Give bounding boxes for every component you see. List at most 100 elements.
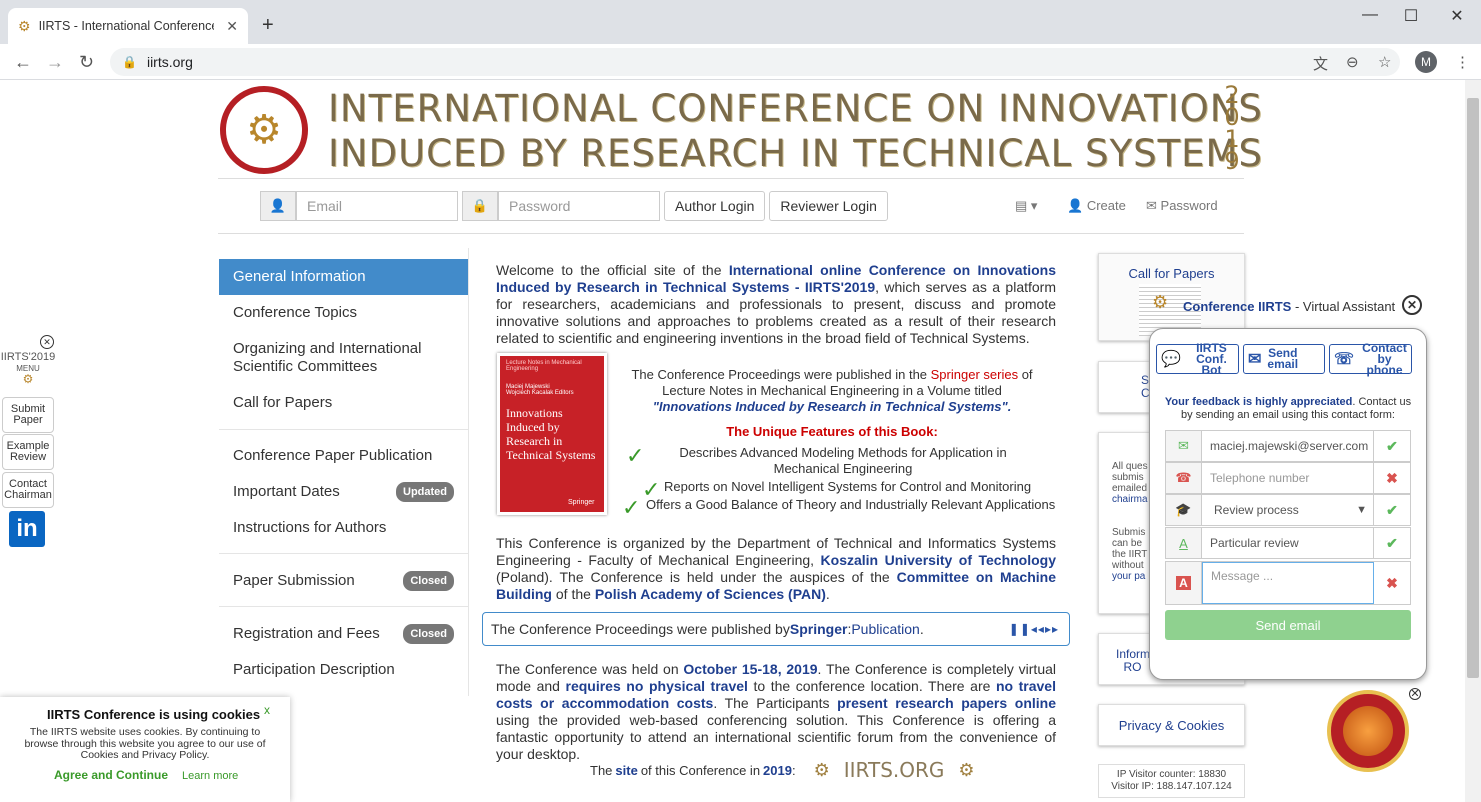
message-a-icon: A xyxy=(1176,576,1191,590)
submit-paper-button[interactable]: Submit Paper xyxy=(2,397,54,433)
springer-link[interactable]: Springer xyxy=(790,621,848,637)
email-input[interactable]: Email xyxy=(296,191,458,221)
assistant-email-input[interactable]: maciej.majewski@server.com xyxy=(1202,431,1374,461)
nav-conference-topics[interactable]: Conference Topics xyxy=(219,304,468,322)
reset-password-link[interactable]: ✉ Password xyxy=(1146,198,1218,214)
close-window-icon[interactable]: ✕ xyxy=(1437,6,1477,26)
assistant-face-icon xyxy=(1343,706,1393,756)
contact-phone-button[interactable]: ☏ Contact by phone xyxy=(1329,342,1412,376)
held-date: October 15-18, 2019 xyxy=(683,661,818,677)
book-authors: Maciej Majewski Wojciech Kacalak Editors xyxy=(506,384,574,396)
password-input[interactable]: Password xyxy=(498,191,660,221)
cookie-title: IIRTS Conference is using cookies xyxy=(47,707,261,722)
close-tab-icon[interactable]: ✕ xyxy=(226,18,238,35)
pan-link[interactable]: Polish Academy of Sciences (PAN) xyxy=(595,586,826,602)
telephone-input[interactable]: Telephone number xyxy=(1202,463,1374,493)
email-icon: ✉ xyxy=(1248,350,1262,368)
minimize-icon[interactable]: — xyxy=(1350,6,1390,24)
phone-icon: ☏ xyxy=(1334,350,1355,368)
call-for-papers-label: Call for Papers xyxy=(1128,266,1215,281)
profile-avatar[interactable]: M xyxy=(1415,51,1437,73)
nav-label: Conference Paper Publication xyxy=(233,447,433,464)
badge-close-icon[interactable]: ✕ xyxy=(1409,688,1421,700)
no-travel-link[interactable]: requires no physical travel xyxy=(566,678,748,694)
site-text: : xyxy=(791,762,796,778)
learn-more-link[interactable]: Learn more xyxy=(182,770,238,782)
reviewer-login-button[interactable]: Reviewer Login xyxy=(769,191,888,221)
news-ticker: The Conference Proceedings were publishe… xyxy=(482,612,1070,646)
agree-continue-button[interactable]: Agree and Continue xyxy=(54,768,168,782)
nav-registration-and-fees[interactable]: Registration and Fees Closed xyxy=(219,624,468,644)
publication-link[interactable]: Publication xyxy=(851,621,920,637)
privacy-cookies-button[interactable]: Privacy & Cookies xyxy=(1098,704,1245,746)
topic-selected: Review process xyxy=(1214,503,1299,517)
book-cover[interactable]: Lecture Notes in Mechanical Engineering … xyxy=(497,353,607,515)
subject-row: A Particular review ✔ xyxy=(1165,527,1411,559)
author-login-button[interactable]: Author Login xyxy=(664,191,766,221)
gear-icon: ⚙ xyxy=(958,759,975,780)
login-form: 👤 Email 🔒 Password Author Login Reviewer… xyxy=(260,191,888,221)
address-bar[interactable]: 🔒 iirts.org xyxy=(110,48,1400,76)
reload-icon[interactable]: ↻ xyxy=(79,52,94,73)
text-field-icon: A xyxy=(1166,528,1202,558)
create-account-link[interactable]: 👤 Create xyxy=(1067,198,1126,214)
book-title: Innovations Induced by Research in Techn… xyxy=(506,406,596,462)
assistant-intro: Your feedback is highly appreciated. Con… xyxy=(1162,396,1414,422)
nav-label: Registration and Fees xyxy=(233,625,380,642)
browser-tab[interactable]: ⚙ IIRTS - International Conference o ✕ xyxy=(8,8,248,44)
maximize-icon[interactable]: ☐ xyxy=(1391,6,1431,26)
scrollbar-thumb[interactable] xyxy=(1467,98,1479,678)
lock-icon: 🔒 xyxy=(122,55,137,69)
topic-select[interactable]: Review process ▼ xyxy=(1202,495,1374,525)
send-email-button[interactable]: Send email xyxy=(1165,610,1411,640)
conference-logo[interactable]: ⚙ xyxy=(220,86,308,174)
send-email-tab[interactable]: ✉ Send email xyxy=(1243,344,1325,374)
new-tab-icon[interactable]: + xyxy=(262,14,274,37)
create-icon: 👤 xyxy=(1067,198,1084,213)
conf-bot-button[interactable]: 💬 IIRTS Conf. Bot xyxy=(1156,342,1239,376)
ticker-controls-icon[interactable]: ❚❚◂◂▸▸ xyxy=(1009,622,1059,636)
nav-participation-description[interactable]: Participation Description xyxy=(219,661,468,679)
linkedin-icon[interactable]: in xyxy=(9,511,45,547)
sidemenu-close-icon[interactable]: ✕ xyxy=(40,335,54,349)
virtual-assistant-badge[interactable] xyxy=(1327,690,1409,772)
topic-row: 🎓 Review process ▼ ✔ xyxy=(1165,494,1411,526)
nav-important-dates[interactable]: Important Dates Updated xyxy=(219,482,468,502)
assistant-header-bold: Conference IIRTS xyxy=(1183,299,1292,314)
header-divider xyxy=(218,178,1244,179)
back-icon[interactable]: ← xyxy=(14,52,32,73)
cookie-close[interactable]: x xyxy=(264,703,270,717)
nav-paper-publication[interactable]: Conference Paper Publication xyxy=(219,447,468,465)
nav-general-information[interactable]: General Information xyxy=(219,259,468,295)
nav-paper-submission[interactable]: Paper Submission Closed xyxy=(219,571,468,591)
example-review-button[interactable]: Example Review xyxy=(2,434,54,470)
password-link-label: Password xyxy=(1160,198,1218,213)
forward-icon[interactable]: → xyxy=(46,52,64,73)
springer-series-link[interactable]: Springer series xyxy=(931,367,1018,382)
nav-instructions-for-authors[interactable]: Instructions for Authors xyxy=(219,519,468,537)
url-text: iirts.org xyxy=(146,54,193,70)
koszalin-university-link[interactable]: Koszalin University of Technology xyxy=(821,552,1056,568)
message-row: A Message ... ✖ xyxy=(1165,561,1411,605)
message-textarea[interactable]: Message ... xyxy=(1202,562,1374,604)
list-menu-icon[interactable]: ▤ ▾ xyxy=(1015,198,1037,214)
zoom-icon[interactable]: ⊖ xyxy=(1346,53,1359,71)
proc-text: The Conference Proceedings were publishe… xyxy=(631,367,931,382)
present-online-link[interactable]: present research papers online xyxy=(837,695,1056,711)
checkmark-icon: ✓ xyxy=(622,495,641,520)
contact-chairman-button[interactable]: Contact Chairman xyxy=(2,472,54,508)
org-text: (Poland). The Conference is held under t… xyxy=(496,569,897,585)
assistant-close-icon[interactable]: ✕ xyxy=(1402,295,1422,315)
translate-icon[interactable]: 文 xyxy=(1313,53,1328,74)
menu-kebab-icon[interactable]: ⋮ xyxy=(1455,53,1470,71)
gear-icon: ⚙ xyxy=(813,759,830,780)
subject-input[interactable]: Particular review xyxy=(1202,528,1374,558)
nav-call-for-papers[interactable]: Call for Papers xyxy=(219,394,468,412)
site-link[interactable]: site xyxy=(615,763,637,778)
welcome-paragraph: Welcome to the official site of the Inte… xyxy=(496,262,1056,347)
nav-committees[interactable]: Organizing and International Scientific … xyxy=(219,340,449,376)
bookmark-star-icon[interactable]: ☆ xyxy=(1378,53,1391,71)
site-year: 2019 xyxy=(763,762,792,778)
site-logo-text[interactable]: IIRTS.ORG xyxy=(844,758,945,782)
nav-label: Participation Description xyxy=(233,661,395,678)
